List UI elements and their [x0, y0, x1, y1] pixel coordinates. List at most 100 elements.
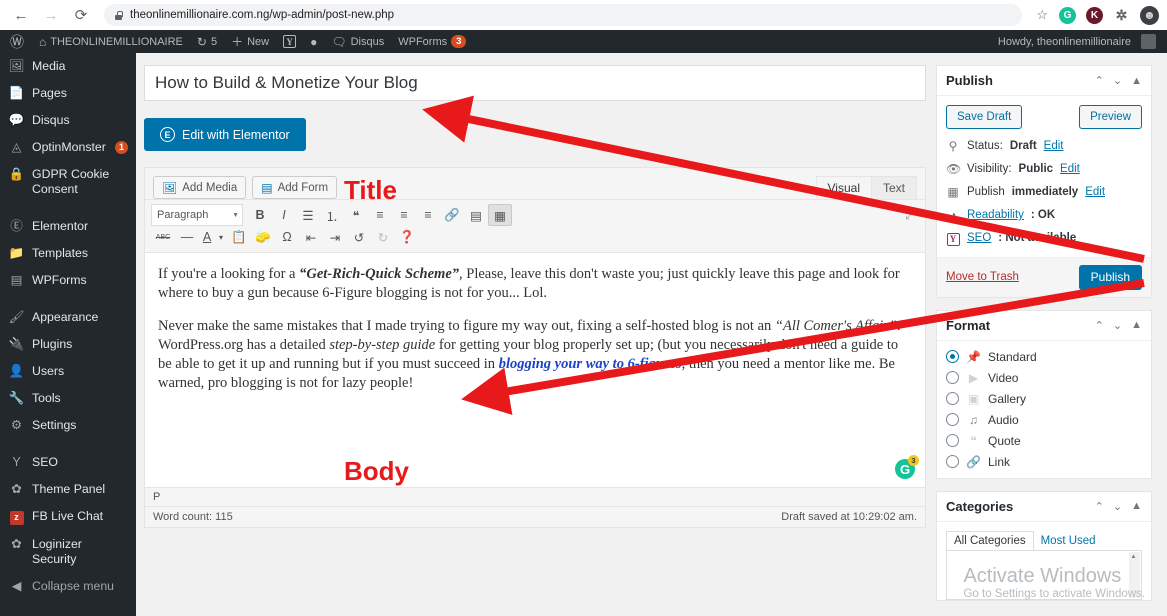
insert-link-icon[interactable]: 🔗 [440, 204, 464, 226]
yoast-seo-menu[interactable]: Y [276, 30, 303, 53]
collapse-menu-button[interactable]: ◀ Collapse menu [0, 573, 136, 600]
tab-visual[interactable]: Visual [815, 176, 872, 199]
categories-move-up-icon[interactable]: ⌃ [1095, 500, 1104, 513]
format-radio-video[interactable] [946, 371, 959, 384]
bookmark-star-icon[interactable]: ☆ [1036, 7, 1048, 23]
format-radio-standard[interactable] [946, 350, 959, 363]
grammarly-status-icon[interactable]: G 3 [895, 455, 919, 479]
publish-move-down-icon[interactable]: ⌄ [1113, 74, 1122, 87]
sidebar-item-wpforms[interactable]: ▤ WPForms [0, 267, 136, 294]
post-content-body[interactable]: If you're a looking for a “Get-Rich-Quic… [145, 252, 925, 487]
format-radio-audio[interactable] [946, 413, 959, 426]
sidebar-item-gdpr-cookie-consent[interactable]: 🔒 GDPR Cookie Consent [0, 161, 136, 203]
sidebar-item-loginizer-security[interactable]: ✿ Loginizer Security [0, 531, 136, 573]
sidebar-item-fb-live-chat[interactable]: z FB Live Chat [0, 503, 136, 531]
sidebar-item-media[interactable]: 🖼 Media [0, 53, 136, 80]
preview-button[interactable]: Preview [1079, 105, 1142, 129]
save-draft-button[interactable]: Save Draft [946, 105, 1023, 129]
keeper-extension-icon[interactable]: K [1086, 6, 1103, 24]
grammarly-extension-icon[interactable]: G [1059, 6, 1076, 24]
decrease-indent-icon[interactable]: ⇤ [299, 226, 323, 248]
sidebar-item-appearance[interactable]: 🖌 Appearance [0, 304, 136, 331]
visibility-edit-link[interactable]: Edit [1060, 162, 1080, 176]
sidebar-item-templates[interactable]: 📁 Templates [0, 240, 136, 267]
edit-with-elementor-button[interactable]: E Edit with Elementor [144, 118, 306, 151]
forward-button[interactable]: → [38, 2, 64, 28]
text-color-icon[interactable]: A [199, 226, 215, 248]
categories-scrollbar[interactable] [1129, 551, 1140, 598]
site-name-menu[interactable]: ⌂ THEONLINEMILLIONAIRE [32, 30, 190, 53]
toolbar-toggle-icon[interactable]: ▦ [488, 204, 512, 226]
tab-all-categories[interactable]: All Categories [946, 530, 1034, 550]
numbered-list-icon[interactable]: ⒈ [320, 204, 344, 226]
disqus-menu[interactable]: 🗨 Disqus [324, 30, 391, 53]
tab-most-used[interactable]: Most Used [1034, 532, 1103, 550]
sidebar-item-disqus[interactable]: 💬 Disqus [0, 107, 136, 134]
updates-menu[interactable]: ↻ 5 [190, 30, 224, 53]
format-radio-gallery[interactable] [946, 392, 959, 405]
sidebar-item-elementor[interactable]: Ⓔ Elementor [0, 213, 136, 240]
new-content-menu[interactable]: ＋ New [224, 30, 276, 53]
sidebar-item-pages[interactable]: 📄 Pages [0, 80, 136, 107]
status-circle-menu[interactable]: ● [303, 30, 324, 53]
sidebar-item-seo[interactable]: Y SEO [0, 449, 136, 476]
paste-as-text-icon[interactable]: 📋 [227, 226, 251, 248]
paragraph-format-select[interactable]: Paragraph ▼ [151, 204, 243, 226]
sidebar-item-users[interactable]: 👤 Users [0, 358, 136, 385]
tab-text[interactable]: Text [870, 176, 917, 199]
add-media-button[interactable]: 🖼 Add Media [153, 176, 247, 199]
publish-move-up-icon[interactable]: ⌃ [1095, 74, 1104, 87]
status-edit-link[interactable]: Edit [1044, 139, 1064, 153]
p2-inline-link[interactable]: blogging your way to 6-figures [499, 356, 682, 372]
wp-logo-icon[interactable]: Ⓦ [2, 30, 32, 53]
format-option-quote[interactable]: ❝ Quote [946, 434, 1142, 448]
extensions-puzzle-icon[interactable]: ✲ [1113, 7, 1130, 24]
format-radio-link[interactable] [946, 455, 959, 468]
clear-formatting-icon[interactable]: 🧽 [251, 226, 275, 248]
increase-indent-icon[interactable]: ⇥ [323, 226, 347, 248]
sidebar-item-optinmonster[interactable]: ◬ OptinMonster 1 [0, 134, 136, 161]
schedule-edit-link[interactable]: Edit [1085, 185, 1105, 199]
add-form-button[interactable]: ▤ Add Form [252, 176, 338, 199]
align-left-icon[interactable]: ≡ [368, 204, 392, 226]
special-character-icon[interactable]: Ω [275, 226, 299, 248]
address-bar[interactable]: theonlinemillionaire.com.ng/wp-admin/pos… [104, 4, 1023, 26]
categories-move-down-icon[interactable]: ⌄ [1113, 500, 1122, 513]
format-move-down-icon[interactable]: ⌄ [1113, 319, 1122, 332]
categories-list-box[interactable] [946, 549, 1142, 600]
seo-link[interactable]: SEO [967, 231, 991, 245]
format-radio-quote[interactable] [946, 434, 959, 447]
redo-icon[interactable]: ↻ [371, 226, 395, 248]
wpforms-menu[interactable]: WPForms 3 [391, 30, 473, 53]
align-right-icon[interactable]: ≡ [416, 204, 440, 226]
format-option-gallery[interactable]: ▣ Gallery [946, 392, 1142, 406]
sidebar-item-tools[interactable]: 🔧 Tools [0, 385, 136, 412]
text-color-caret-icon[interactable]: ▾ [215, 226, 227, 248]
sidebar-item-theme-panel[interactable]: ✿ Theme Panel [0, 476, 136, 503]
keyboard-shortcuts-icon[interactable]: ❓ [395, 226, 419, 248]
format-move-up-icon[interactable]: ⌃ [1095, 319, 1104, 332]
format-option-video[interactable]: ▶ Video [946, 371, 1142, 385]
bulleted-list-icon[interactable]: ☰ [296, 204, 320, 226]
profile-avatar-icon[interactable]: ☻ [1140, 5, 1159, 25]
back-button[interactable]: ← [8, 2, 34, 28]
format-option-link[interactable]: 🔗 Link [946, 455, 1142, 469]
format-option-standard[interactable]: 📌 Standard [946, 350, 1142, 364]
sidebar-item-plugins[interactable]: 🔌 Plugins [0, 331, 136, 358]
post-title-input[interactable] [144, 65, 926, 101]
undo-icon[interactable]: ↺ [347, 226, 371, 248]
publish-button[interactable]: Publish [1078, 264, 1142, 290]
align-center-icon[interactable]: ≡ [392, 204, 416, 226]
strikethrough-icon[interactable]: ABC [151, 226, 175, 248]
howdy-user-menu[interactable]: Howdy, theonlinemillionaire [991, 30, 1163, 53]
sidebar-item-settings[interactable]: ⚙ Settings [0, 412, 136, 439]
blockquote-icon[interactable]: ❝ [344, 204, 368, 226]
categories-collapse-icon[interactable]: ▲ [1131, 500, 1142, 512]
readability-link[interactable]: Readability [967, 208, 1024, 222]
format-collapse-icon[interactable]: ▲ [1131, 319, 1142, 331]
horizontal-line-icon[interactable]: — [175, 226, 199, 248]
publish-collapse-icon[interactable]: ▲ [1131, 75, 1142, 87]
move-to-trash-link[interactable]: Move to Trash [946, 271, 1019, 283]
fullscreen-toggle-icon[interactable]: ⤢ [905, 208, 919, 223]
reload-button[interactable]: ⟳ [68, 2, 94, 28]
